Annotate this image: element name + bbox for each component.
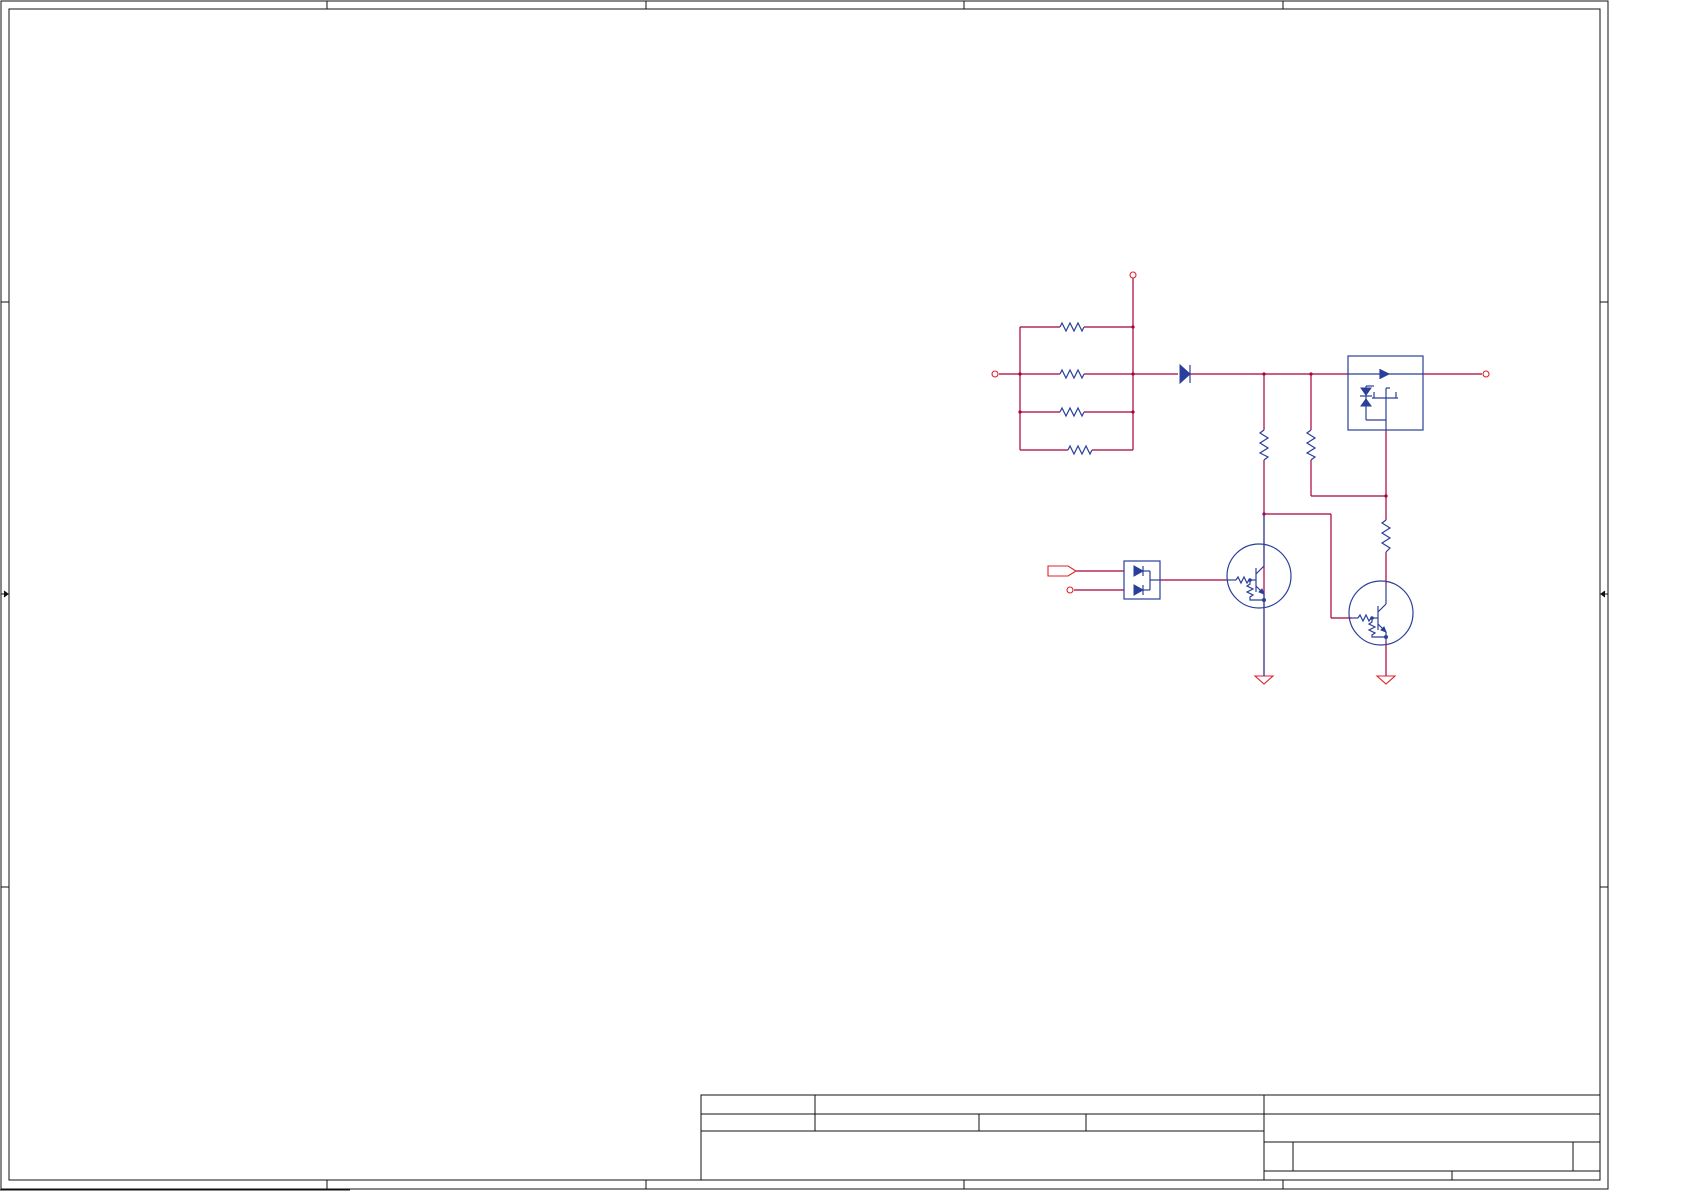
center-mark-left <box>1 590 9 598</box>
wires <box>999 278 1482 676</box>
power-pin-output[interactable] <box>1482 370 1490 378</box>
title-block <box>700 1094 1601 1181</box>
resistor-icon[interactable] <box>1380 519 1392 553</box>
mosfet-icon[interactable] <box>1347 355 1424 431</box>
input-pin[interactable] <box>1066 586 1074 594</box>
schematic-sheet <box>0 0 1609 1191</box>
center-mark-right <box>1600 590 1608 598</box>
ground-icon <box>1375 675 1397 685</box>
power-pin-left[interactable] <box>991 370 999 378</box>
drawing-frame <box>0 0 1609 1191</box>
npn-transistor-icon[interactable] <box>1348 580 1414 646</box>
outer-border <box>0 0 1609 1190</box>
npn-transistor-icon[interactable] <box>1226 514 1292 676</box>
resistor-bank <box>1059 321 1093 456</box>
resistor-icon[interactable] <box>1059 368 1085 380</box>
power-pin-top[interactable] <box>1129 271 1137 279</box>
input-port-flag[interactable] <box>1047 565 1078 577</box>
dual-diode-icon[interactable] <box>1123 560 1161 600</box>
resistor-icon[interactable] <box>1059 321 1085 333</box>
inner-border <box>8 8 1601 1181</box>
junctions <box>1018 325 1388 516</box>
resistor-icon[interactable] <box>1059 406 1085 418</box>
diode-icon[interactable] <box>1179 363 1191 385</box>
resistor-icon[interactable] <box>1258 429 1270 461</box>
title-block-border <box>700 1094 1601 1181</box>
resistor-icon[interactable] <box>1067 444 1093 456</box>
resistor-icon[interactable] <box>1305 429 1317 461</box>
ground-icon <box>1253 675 1275 685</box>
